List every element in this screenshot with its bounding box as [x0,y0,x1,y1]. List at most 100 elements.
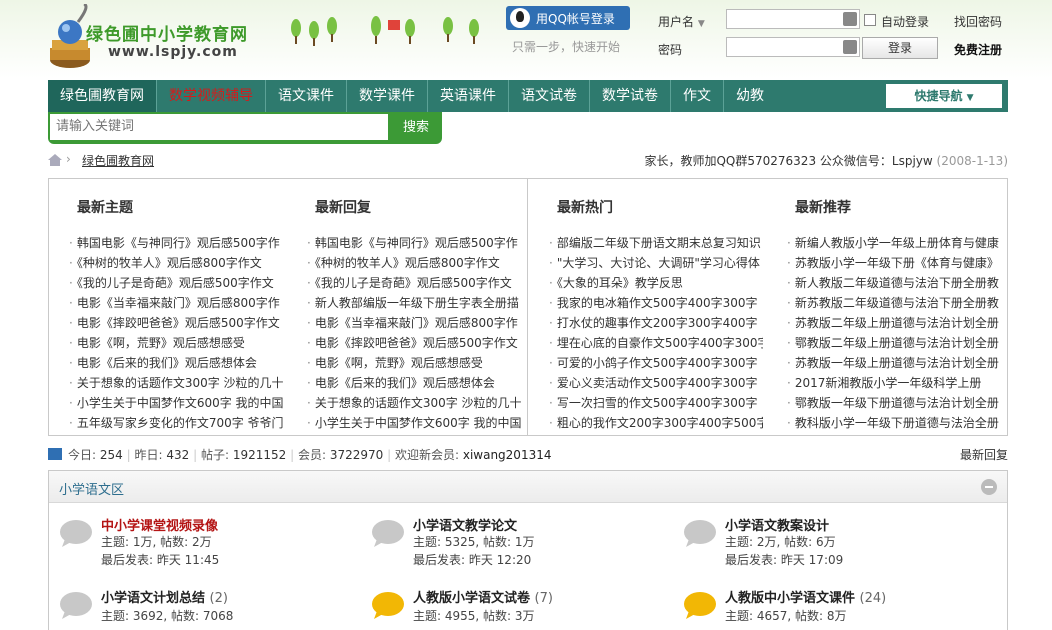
list-item[interactable]: 教科版小学一年级下册道德与法治全册 [787,413,1001,433]
board-stats: 主题: 4657, 帖数: 8万 [725,609,847,623]
list-item[interactable]: 苏教版一年级上册道德与法治计划全册 [787,353,1001,373]
list-item[interactable]: 电影《摔跤吧爸爸》观后感500字作文 [69,313,283,333]
nav-item-math-exam[interactable]: 数学试卷 [590,80,671,112]
keyboard-icon[interactable] [843,40,857,54]
nav-item-chinese-courseware[interactable]: 语文课件 [266,80,347,112]
qq-login-button[interactable]: 用QQ帐号登录 [506,6,630,30]
board-name[interactable]: 人教版小学语文试卷 (7) [413,587,553,606]
list-item[interactable]: 新编人教版小学一年级上册体育与健康 [787,233,1001,253]
list-item[interactable]: 粗心的我作文200字300字400字500字 [549,413,763,433]
list-latest-replies: 最新回复 韩国电影《与神同行》观后感500字作 《种树的牧羊人》观后感800字作… [295,197,521,433]
list-item[interactable]: 电影《当幸福来敲门》观后感800字作 [69,293,283,313]
board-last-post: 最后发表: 昨天 12:20 [413,553,532,567]
list-item[interactable]: 韩国电影《与神同行》观后感500字作 [307,233,521,253]
quick-nav-button[interactable]: 快捷导航 ▼ [886,84,1002,108]
posts-count: 1921152 [232,448,287,462]
contact-notice: 家长，教师加QQ群570276323 公众微信号：Lspjyw [644,154,933,168]
forum-board[interactable]: 中小学课堂视频录像 主题: 1万, 帖数: 2万 最后发表: 昨天 11:45 [59,515,359,575]
list-item[interactable]: 电影《啊，荒野》观后感想感受 [307,353,521,373]
latest-lists-panel: 最新主题 韩国电影《与神同行》观后感500字作 《种树的牧羊人》观后感800字作… [48,178,1008,436]
list-item[interactable]: 小学生关于中国梦作文600字 我的中国 [307,413,521,433]
list-item[interactable]: 我家的电冰箱作文500字400字300字 [549,293,763,313]
nav-item-chinese-exam[interactable]: 语文试卷 [509,80,590,112]
home-icon[interactable] [48,154,62,166]
list-title: 最新回复 [315,200,371,216]
list-item[interactable]: 《我的儿子是奇葩》观后感500字作文 [69,273,283,293]
nav-item-preschool[interactable]: 幼教 [724,80,776,112]
breadcrumb-notice: 家长，教师加QQ群570276323 公众微信号：Lspjyw (2008-1-… [644,152,1008,169]
list-item[interactable]: 小学生关于中国梦作文600字 我的中国 [69,393,283,413]
list-item[interactable]: "大学习、大讨论、大调研"学习心得体 [549,253,763,273]
list-item[interactable]: 新人教版二年级道德与法治下册全册教 [787,273,1001,293]
auto-login-label[interactable]: 自动登录 [881,13,929,30]
find-password-link[interactable]: 找回密码 [954,13,1002,30]
newest-member-link[interactable]: xiwang201314 [463,448,552,462]
nav-item-composition[interactable]: 作文 [671,80,724,112]
nav-item-home[interactable]: 绿色圃教育网 [48,80,157,112]
list-item[interactable]: 五年级写家乡变化的作文700字 爷爷门 [69,413,283,433]
forum-board[interactable]: 小学语文教案设计 主题: 2万, 帖数: 6万 最后发表: 昨天 17:09 [683,515,983,575]
forum-section-title[interactable]: 小学语文区 [59,479,124,498]
search-button[interactable]: 搜索 [394,116,438,140]
search-input[interactable] [50,114,388,140]
notice-date: (2008-1-13) [936,154,1008,168]
board-stats: 主题: 3692, 帖数: 7068 [101,609,234,623]
nav-item-math-video[interactable]: 数学视频辅导 [157,80,266,112]
list-item[interactable]: 电影《摔跤吧爸爸》观后感500字作文 [307,333,521,353]
list-item[interactable]: 关于想象的话题作文300字 沙粒的几十 [307,393,521,413]
password-input[interactable] [726,37,860,57]
list-item[interactable]: 电影《啊，荒野》观后感想感受 [69,333,283,353]
board-name[interactable]: 人教版中小学语文课件 (24) [725,587,886,606]
list-item[interactable]: 关于想象的话题作文300字 沙粒的几十 [69,373,283,393]
qq-login-label: 用QQ帐号登录 [536,11,615,26]
list-item[interactable]: 写一次扫雪的作文500字400字300字 [549,393,763,413]
nav-item-math-courseware[interactable]: 数学课件 [347,80,428,112]
forum-board[interactable]: 人教版中小学语文课件 (24) 主题: 4657, 帖数: 8万 [683,587,983,630]
latest-reply-link[interactable]: 最新回复 [960,446,1008,463]
list-item[interactable]: 电影《当幸福来敲门》观后感800字作 [307,313,521,333]
breadcrumb-home-link[interactable]: 绿色圃教育网 [82,152,154,169]
list-item[interactable]: 埋在心底的自豪作文500字400字300字 [549,333,763,353]
list-item[interactable]: 新苏教版二年级道德与法治下册全册教 [787,293,1001,313]
nav-item-english-courseware[interactable]: 英语课件 [428,80,509,112]
speech-bubble-new-icon [372,592,404,619]
list-item[interactable]: 鄂教版二年级上册道德与法治计划全册 [787,333,1001,353]
list-item[interactable]: 《我的儿子是奇葩》观后感500字作文 [307,273,521,293]
register-link[interactable]: 免费注册 [954,41,1002,58]
speech-bubble-new-icon [684,592,716,619]
username-input[interactable] [726,9,860,29]
forum-board[interactable]: 小学语文教学论文 主题: 5325, 帖数: 1万 最后发表: 昨天 12:20 [371,515,671,575]
board-last-post: 最后发表: 昨天 11:45 [101,553,220,567]
list-item[interactable]: 打水仗的趣事作文200字300字400字 [549,313,763,333]
keyboard-icon[interactable] [843,12,857,26]
list-item[interactable]: 电影《后来的我们》观后感想体会 [69,353,283,373]
list-item[interactable]: 《种树的牧羊人》观后感800字作文 [69,253,283,273]
username-label[interactable]: 用户名 ▼ [658,13,705,30]
quick-nav-label: 快捷导航 [914,89,963,103]
board-name[interactable]: 小学语文计划总结 (2) [101,587,228,606]
collapse-icon[interactable] [981,479,997,495]
list-item[interactable]: 《大象的耳朵》教学反思 [549,273,763,293]
list-item[interactable]: 苏教版小学一年级下册《体育与健康》 [787,253,1001,273]
board-name[interactable]: 小学语文教案设计 [725,515,829,534]
auto-login-checkbox[interactable] [864,14,876,26]
login-button[interactable]: 登录 [862,37,938,59]
list-item[interactable]: 电影《后来的我们》观后感想体会 [307,373,521,393]
board-name[interactable]: 小学语文教学论文 [413,515,517,534]
trees-decoration-icon [291,16,479,46]
list-item[interactable]: 《种树的牧羊人》观后感800字作文 [307,253,521,273]
list-item[interactable]: 苏教版二年级上册道德与法治计划全册 [787,313,1001,333]
board-name[interactable]: 中小学课堂视频录像 [101,515,218,534]
posts-label: 帖子: [200,448,229,462]
search-bar: 搜索 [48,112,442,144]
forum-board[interactable]: 人教版小学语文试卷 (7) 主题: 4955, 帖数: 3万 [371,587,671,630]
list-item[interactable]: 鄂教版一年级下册道德与法治计划全册 [787,393,1001,413]
list-item[interactable]: 可爱的小鸽子作文500字400字300字 [549,353,763,373]
list-item[interactable]: 新人教部编版一年级下册生字表全册描 [307,293,521,313]
list-item[interactable]: 爱心义卖活动作文500字400字300字 [549,373,763,393]
list-item[interactable]: 韩国电影《与神同行》观后感500字作 [69,233,283,253]
list-item[interactable]: 2017新湘教版小学一年级科学上册 [787,373,1001,393]
breadcrumb: › 绿色圃教育网 家长，教师加QQ群570276323 公众微信号：Lspjyw… [48,152,1008,170]
list-item[interactable]: 部编版二年级下册语文期末总复习知识 [549,233,763,253]
forum-board[interactable]: 小学语文计划总结 (2) 主题: 3692, 帖数: 7068 [59,587,359,630]
